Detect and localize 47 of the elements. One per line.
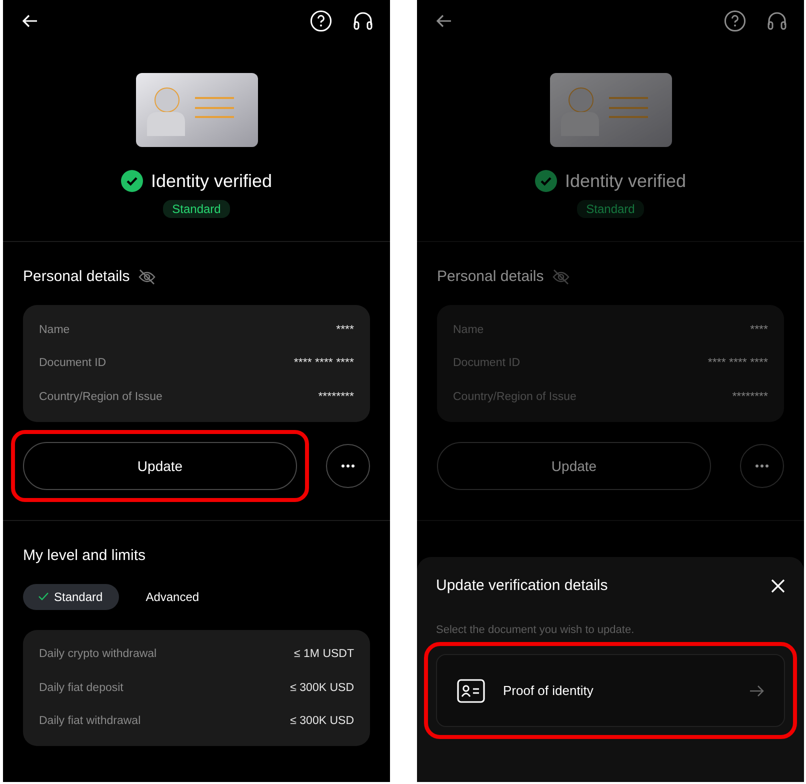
help-icon[interactable] — [724, 10, 746, 32]
status-title: Identity verified — [150, 170, 272, 192]
field-label: Document ID — [39, 357, 106, 370]
headset-icon[interactable] — [352, 10, 374, 32]
arrow-right-icon — [750, 684, 764, 696]
field-label: Country/Region of Issue — [453, 390, 576, 403]
update-button[interactable]: Update — [23, 442, 297, 490]
check-icon — [38, 592, 49, 601]
level-tab[interactable]: Standard — [23, 584, 119, 610]
sheet-hint: Select the document you wish to update. — [436, 624, 636, 636]
field-label: Country/Region of Issue — [39, 390, 162, 403]
section-title: My level and limits — [23, 546, 146, 564]
update-button[interactable]: Update — [437, 442, 711, 490]
level-badge: Standard — [163, 200, 230, 218]
field-value: ******** — [318, 390, 354, 403]
section-title: Personal details — [23, 268, 130, 285]
limit-label: Daily fiat deposit — [39, 682, 124, 694]
document-option[interactable]: Proof of identity — [436, 654, 785, 727]
field-value: **** **** **** — [294, 357, 354, 370]
limit-value: ≤ 300K USD — [290, 682, 354, 694]
id-card-icon — [457, 678, 485, 702]
check-circle-icon — [120, 170, 143, 192]
limit-value: ≤ 300K USD — [290, 715, 354, 728]
check-circle-icon — [534, 170, 557, 192]
limit-label: Daily fiat withdrawal — [39, 715, 141, 728]
limit-value: ≤ 1M USDT — [294, 648, 354, 660]
back-arrow-icon[interactable] — [22, 14, 38, 28]
field-label: Document ID — [453, 357, 520, 370]
sheet-title: Update verification details — [436, 577, 608, 594]
close-icon[interactable] — [771, 578, 785, 592]
level-tab[interactable]: Advanced — [130, 584, 216, 610]
field-label: Name — [39, 324, 70, 336]
more-dots-icon — [755, 464, 769, 468]
headset-icon[interactable] — [766, 10, 788, 32]
field-value: ******** — [732, 390, 768, 403]
help-icon[interactable] — [310, 10, 332, 32]
section-title: Personal details — [437, 268, 544, 285]
status-title: Identity verified — [564, 170, 686, 192]
field-value: **** — [336, 324, 354, 336]
field-value: **** **** **** — [708, 357, 768, 370]
limit-label: Daily crypto withdrawal — [39, 648, 157, 660]
back-arrow-icon[interactable] — [436, 14, 452, 28]
level-badge: Standard — [577, 200, 644, 218]
more-dots-icon — [341, 464, 355, 468]
hidden-eye-icon[interactable] — [138, 268, 156, 284]
field-label: Name — [453, 324, 484, 336]
field-value: **** — [750, 324, 768, 336]
